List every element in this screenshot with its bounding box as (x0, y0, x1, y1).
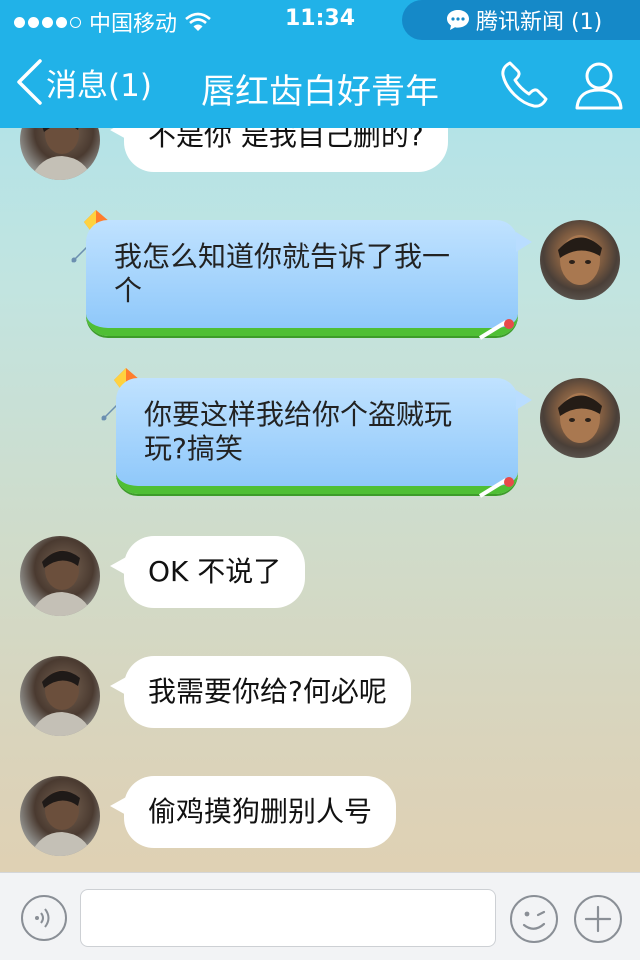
profile-icon[interactable] (572, 58, 626, 112)
friend-avatar[interactable] (20, 536, 100, 616)
emoji-icon[interactable] (509, 894, 559, 944)
nav-bar: 消息(1) 唇红齿白好青年 (0, 40, 640, 128)
plus-icon[interactable] (573, 894, 623, 944)
message-line: 个 (114, 274, 143, 307)
message-text: 我需要你给?何必呢 (148, 675, 387, 708)
friend-avatar[interactable] (20, 128, 100, 180)
my-avatar[interactable] (540, 378, 620, 458)
message-bubble-friend[interactable]: OK 不说了 (109, 536, 306, 608)
message-text: OK 不说了 (148, 555, 282, 588)
phone-icon[interactable] (498, 59, 552, 111)
message-text: 不是你 是我自己删的? (148, 128, 424, 152)
pen-deco-icon (478, 319, 514, 340)
message-bubble-friend[interactable]: 我需要你给?何必呢 (110, 656, 411, 728)
message-bubble-friend[interactable]: 偷鸡摸狗删别人号 (109, 776, 397, 848)
message-line: 我怎么知道你就告诉了我一 (114, 240, 451, 273)
voice-icon[interactable] (20, 894, 68, 942)
status-bar: 中国移动 11:34 腾讯新闻 (1) (0, 0, 640, 40)
message-text: 偷鸡摸狗删别人号 (148, 795, 373, 828)
message-bubble-me[interactable]: 我怎么知道你就告诉了我一 个 (86, 220, 532, 336)
message-bubble-friend[interactable]: 不是你 是我自己删的? (110, 128, 448, 172)
notification-text: 腾讯新闻 (1) (476, 10, 603, 35)
input-bar (0, 872, 640, 960)
message-bubble-me[interactable]: 你要这样我给你个盗贼玩 玩?搞笑 (116, 378, 532, 494)
pen-deco-icon (478, 477, 514, 498)
message-line: 玩?搞笑 (144, 432, 243, 465)
message-line: 你要这样我给你个盗贼玩 (144, 398, 453, 431)
friend-avatar[interactable] (20, 656, 100, 736)
news-notification[interactable]: 腾讯新闻 (1) (402, 0, 640, 40)
my-avatar[interactable] (540, 220, 620, 300)
news-icon (447, 10, 469, 30)
chat-area[interactable]: 不是你 是我自己删的? 我怎么知道你就告诉了我一 个 你要这样我给你个盗贼玩 玩… (0, 128, 640, 872)
message-input[interactable] (80, 889, 496, 947)
friend-avatar[interactable] (20, 776, 100, 856)
